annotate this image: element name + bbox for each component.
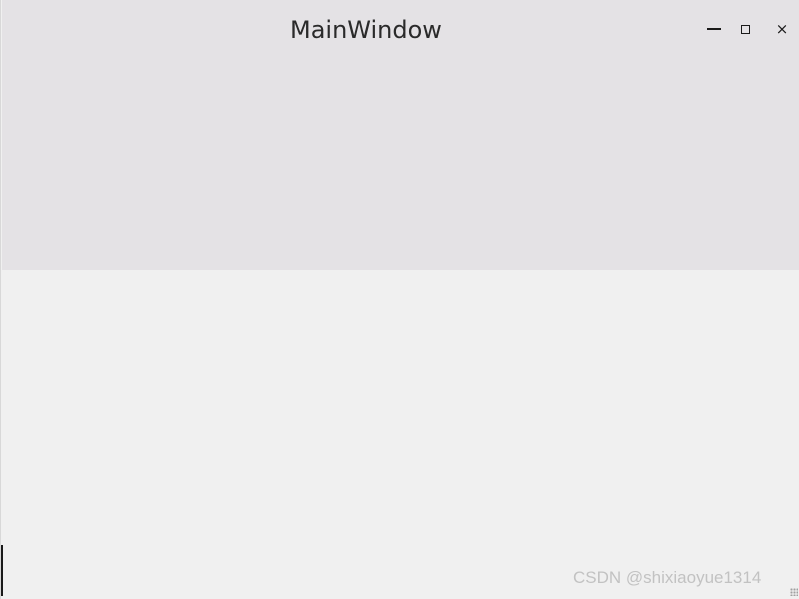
minimize-icon [707,28,721,30]
title-bar[interactable]: MainWindow × [2,0,799,270]
main-window: MainWindow × CSDN @shixiaoyue1314 [0,0,799,599]
watermark-text: CSDN @shixiaoyue1314 [573,568,762,587]
maximize-button[interactable] [732,16,758,42]
minimize-button[interactable] [701,16,727,42]
resize-grip-icon[interactable] [790,588,798,596]
window-edge-marker [1,545,3,596]
close-button[interactable]: × [769,16,795,42]
close-icon: × [775,19,789,38]
client-area [2,270,799,599]
window-title: MainWindow [290,16,442,44]
maximize-icon [740,24,750,34]
